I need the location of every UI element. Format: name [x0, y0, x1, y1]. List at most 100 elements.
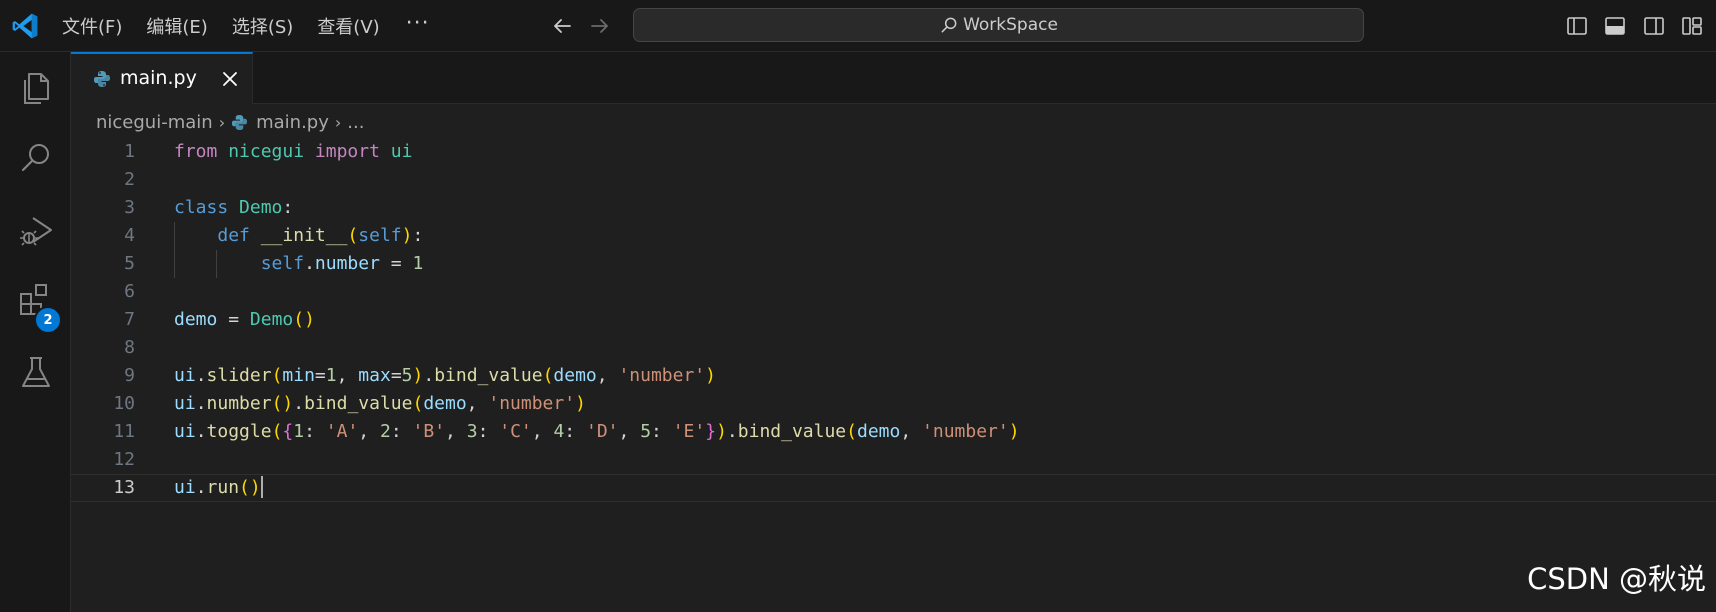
code-token: ,: [596, 365, 608, 386]
function-token: run: [206, 477, 240, 498]
menu-view[interactable]: 查看(V): [317, 13, 379, 39]
bracket-token: ): [304, 309, 315, 330]
keyword-token: def: [217, 225, 250, 246]
line-number: 1: [124, 141, 135, 162]
toggle-secondary-sidebar-icon[interactable]: [1643, 15, 1665, 37]
code-text: ui.toggle({1: 'A', 2: 'B', 3: 'C', 4: 'D…: [174, 418, 1020, 446]
customize-layout-icon[interactable]: [1681, 15, 1703, 37]
toggle-primary-sidebar-icon[interactable]: [1566, 15, 1588, 37]
bracket-token: (: [271, 365, 283, 386]
code-token: .: [423, 365, 435, 386]
title-bar: 文件(F) 编辑(E) 选择(S) 查看(V) ··· WorkSpace: [0, 0, 1716, 52]
code-text: ui.run(): [174, 475, 263, 501]
close-icon[interactable]: [221, 70, 239, 88]
breadcrumb: nicegui-main › main.py › ...: [96, 108, 364, 136]
number-token: 1: [412, 253, 424, 274]
number-token: 1: [293, 421, 305, 442]
bracket-token: ): [249, 477, 261, 498]
testing-icon[interactable]: [17, 352, 55, 392]
chevron-right-icon: ›: [334, 112, 342, 132]
search-icon[interactable]: [17, 138, 55, 178]
bracket-token: {: [282, 421, 294, 442]
code-line[interactable]: 10 ui.number().bind_value(demo, 'number'): [71, 390, 1716, 418]
code-token: ,: [445, 421, 456, 442]
vscode-logo-icon[interactable]: [10, 12, 40, 40]
code-token: .: [726, 421, 738, 442]
class-token: Demo: [249, 309, 294, 330]
code-token: ,: [358, 421, 370, 442]
command-center-search[interactable]: WorkSpace: [633, 8, 1364, 42]
code-line[interactable]: 6: [71, 278, 1716, 306]
menu-selection[interactable]: 选择(S): [232, 13, 293, 39]
string-token: 'number': [618, 365, 706, 386]
back-arrow-icon[interactable]: [550, 14, 574, 38]
breadcrumb-symbols[interactable]: ...: [347, 112, 364, 133]
code-token: :: [651, 421, 662, 442]
tab-main-py[interactable]: main.py: [71, 52, 253, 104]
line-number: 8: [124, 337, 135, 358]
explorer-icon[interactable]: [17, 66, 55, 106]
breadcrumb-folder[interactable]: nicegui-main: [96, 112, 213, 133]
variable-token: ui: [174, 365, 196, 386]
line-number: 2: [124, 169, 135, 190]
more-menu-icon[interactable]: ···: [406, 11, 430, 36]
variable-token: demo: [856, 421, 901, 442]
code-line[interactable]: 9 ui.slider(min=1, max=5).bind_value(demo…: [71, 362, 1716, 390]
breadcrumb-file[interactable]: main.py: [256, 112, 329, 133]
code-token: =: [390, 253, 402, 274]
code-line[interactable]: 8: [71, 334, 1716, 362]
keyword-token: import: [314, 141, 380, 162]
function-token: number: [206, 393, 272, 414]
code-line[interactable]: 3 class Demo:: [71, 194, 1716, 222]
chevron-right-icon: ›: [218, 112, 226, 132]
code-text: ui.number().bind_value(demo, 'number'): [174, 390, 586, 418]
code-line[interactable]: 4 def __init__(self):: [71, 222, 1716, 250]
code-token: :: [477, 421, 489, 442]
code-token: =: [228, 309, 240, 330]
code-text: class Demo:: [174, 194, 293, 222]
code-line[interactable]: 1 from nicegui import ui: [71, 138, 1716, 166]
variable-token: demo: [174, 309, 218, 330]
line-number: 3: [124, 197, 135, 218]
code-text: self.number = 1: [174, 250, 424, 278]
line-number: 12: [113, 449, 135, 470]
keyword-token: self: [260, 253, 305, 274]
function-token: bind_value: [304, 393, 413, 414]
code-token: ,: [618, 421, 630, 442]
code-token: .: [304, 253, 315, 274]
code-token: ,: [531, 421, 543, 442]
menu-file[interactable]: 文件(F): [62, 13, 122, 39]
code-token: :: [282, 197, 294, 218]
function-token: bind_value: [434, 365, 543, 386]
code-line[interactable]: 7 demo = Demo(): [71, 306, 1716, 334]
code-line[interactable]: 12: [71, 446, 1716, 474]
keyword-token: self: [358, 225, 402, 246]
code-token: :: [564, 421, 576, 442]
line-number: 9: [124, 365, 135, 386]
activity-bar: 2: [0, 52, 71, 612]
code-token: =: [390, 365, 402, 386]
code-text: from nicegui import ui: [174, 138, 412, 166]
toggle-panel-icon[interactable]: [1604, 15, 1626, 37]
number-token: 4: [553, 421, 565, 442]
forward-arrow-icon[interactable]: [588, 14, 612, 38]
code-token: .: [293, 393, 305, 414]
run-debug-icon[interactable]: [17, 210, 55, 250]
code-editor[interactable]: 1 from nicegui import ui 2 3 class Demo: 4 de…: [71, 138, 1716, 612]
code-line[interactable]: 5 self.number = 1: [71, 250, 1716, 278]
code-line[interactable]: 11 ui.toggle({1: 'A', 2: 'B', 3: 'C', 4: …: [71, 418, 1716, 446]
code-line[interactable]: 13 ui.run(): [71, 474, 1716, 502]
search-icon: [941, 17, 957, 33]
string-token: 'A': [325, 421, 359, 442]
menu-edit[interactable]: 编辑(E): [146, 13, 207, 39]
number-token: 5: [640, 421, 652, 442]
string-token: 'number': [922, 421, 1009, 442]
bracket-token: (: [412, 393, 424, 414]
code-line[interactable]: 2: [71, 166, 1716, 194]
